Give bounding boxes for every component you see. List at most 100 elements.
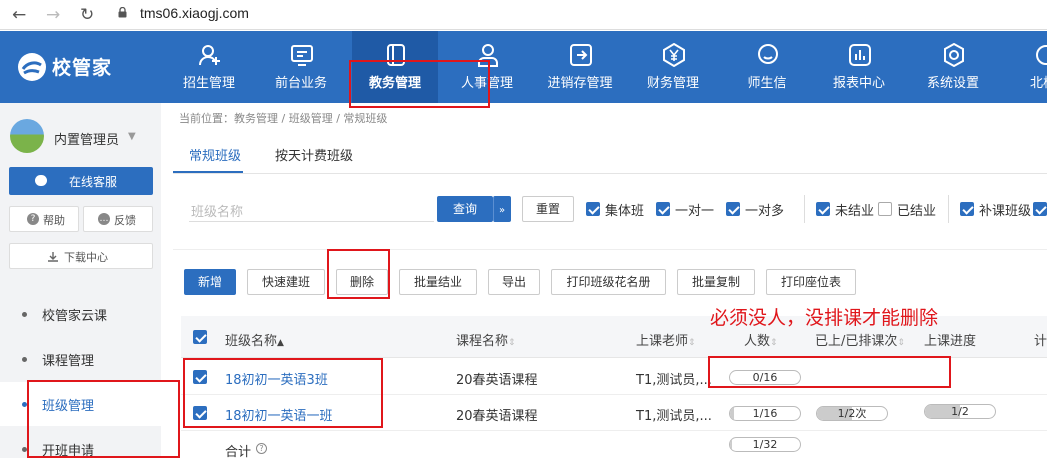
checkbox-one-to-many[interactable] [726,202,740,216]
yen-icon [663,43,685,67]
batch-copy-button[interactable]: 批量复制 [677,269,755,295]
print-roster-button[interactable]: 打印班级花名册 [551,269,666,295]
checkbox-more[interactable] [1033,202,1047,216]
monitor-icon [291,45,313,66]
feedback-button[interactable]: … 反馈 [83,206,153,232]
nav-item-label: 进销存管理 [547,76,613,91]
checkbox-label: 补课班级 [979,204,1032,219]
checkbox-finished[interactable] [878,202,892,216]
tab-regular-class[interactable]: 常规班级 [189,145,241,164]
column-header-label: 班级名称 [225,334,278,349]
chat-bubble-icon [35,175,47,186]
filter-separator [948,195,949,223]
sort-icon[interactable]: ⇕ [688,338,696,348]
help-button[interactable]: ? 帮助 [9,206,79,232]
progress-bar: 1/2 [924,404,996,419]
inventory-icon [570,44,592,66]
back-icon[interactable]: ← [12,5,26,25]
progress-text: 1/2 [951,405,969,418]
feedback-icon: … [98,213,110,225]
column-header-teacher[interactable]: 上课老师⇕ [636,330,696,349]
total-label: 合计 [225,445,252,458]
search-placeholder: 班级名称 [191,205,244,220]
nav-item-reports[interactable]: 报表中心 [820,31,898,103]
checkbox-label: 一对多 [745,204,785,219]
help-icon[interactable]: ? [256,443,267,454]
nav-item-frontdesk[interactable]: 前台业务 [262,31,340,103]
column-header-course-name[interactable]: 课程名称⇕ [456,330,516,349]
student-count-text: 1/16 [752,407,778,420]
nav-item-inventory[interactable]: 进销存管理 [538,31,622,103]
batch-finish-button[interactable]: 批量结业 [399,269,477,295]
course-name-cell: 20春英语课程 [456,373,538,388]
user-profile[interactable]: 内置管理员 ▼ [10,119,155,155]
checkbox-one-on-one[interactable] [656,202,670,216]
annotation-box-student-count [708,356,951,388]
sidebar-item-course-management[interactable]: 课程管理 [0,337,161,381]
nav-item-finance[interactable]: 财务管理 [634,31,712,103]
page: ← → ↻ tms06.xiaogj.com 校管家 招生管理 前台业务 教务管… [0,0,1047,458]
class-name-search-input[interactable]: 班级名称 [189,196,434,222]
column-header-student-count[interactable]: 人数⇕ [744,330,778,349]
column-header-class-name[interactable]: 班级名称▲ [225,330,284,349]
select-all-checkbox[interactable] [193,330,207,344]
sort-icon[interactable]: ⇕ [770,338,778,348]
total-count-bar-fill [730,438,733,451]
add-button[interactable]: 新增 [184,269,236,295]
annotation-box-class-management [27,380,180,458]
reload-icon[interactable]: ↻ [80,5,94,25]
checkbox-label: 未结业 [835,204,875,219]
checkbox-unfinished[interactable] [816,202,830,216]
reset-button[interactable]: 重置 [522,196,574,222]
quick-create-class-button[interactable]: 快速建班 [247,269,325,295]
teacher-cell: T1,测试员,... [636,409,712,424]
sort-icon[interactable]: ⇕ [508,338,516,348]
print-seat-chart-button[interactable]: 打印座位表 [766,269,856,295]
lock-icon [118,7,127,18]
nav-item-more[interactable]: 北极 [1010,31,1047,103]
table-total-row: 合计 ? 1/32 [181,431,1047,458]
bullet-icon [22,357,27,362]
logo[interactable]: 校管家 [18,51,163,83]
logo-text: 校管家 [52,57,113,79]
checkbox-makeup-class[interactable] [960,202,974,216]
checkbox-label: 一对一 [675,204,715,219]
logo-mark-icon [18,53,46,81]
total-count-text: 1/32 [752,438,778,451]
chevron-down-icon: ▼ [128,131,136,142]
help-label: 帮助 [43,214,65,227]
sort-icon[interactable]: ⇕ [897,338,905,348]
nav-item-messages[interactable]: 师生信 [728,31,806,103]
student-count-bar-fill [730,407,735,420]
export-button[interactable]: 导出 [488,269,540,295]
query-button[interactable]: 查询 [437,196,493,222]
nav-item-settings[interactable]: 系统设置 [914,31,992,103]
download-center-button[interactable]: 下载中心 [9,243,153,269]
sidebar-item-cloud-class[interactable]: 校管家云课 [0,292,161,336]
checkbox-label: 集体班 [605,204,645,219]
section-divider [173,249,1047,250]
nav-item-label: 招生管理 [182,76,235,91]
annotation-note: 必须没人，没排课才能删除 [710,307,939,329]
teacher-cell: T1,测试员,... [636,373,712,388]
bullet-icon [22,312,27,317]
column-header-label: 课程名称 [456,334,509,349]
column-header-label: 已上/已排课次 [815,334,898,349]
forward-icon[interactable]: → [46,5,60,25]
download-icon [48,252,58,262]
double-chevron-down-icon: » [498,205,506,216]
tab-daily-billing-class[interactable]: 按天计费班级 [275,145,353,164]
top-navigation: 校管家 招生管理 前台业务 教务管理 人事管理 进销存管理 财务管理 师生信 报… [0,31,1047,103]
url-text[interactable]: tms06.xiaogj.com [140,5,249,21]
total-count-bar: 1/32 [729,437,801,452]
query-dropdown-button[interactable]: » [493,196,511,222]
sort-asc-icon[interactable]: ▲ [277,338,284,348]
nav-item-label: 前台业务 [274,76,327,91]
online-service-button[interactable]: 在线客服 [9,167,153,195]
nav-item-label: 财务管理 [646,76,699,91]
breadcrumb: 当前位置：教务管理 / 班级管理 / 常规班级 [179,112,388,125]
column-header-progress[interactable]: 上课进度 [924,330,976,349]
column-header-lessons[interactable]: 已上/已排课次⇕ [815,330,905,349]
checkbox-group-class[interactable] [586,202,600,216]
nav-item-recruitment[interactable]: 招生管理 [170,31,248,103]
